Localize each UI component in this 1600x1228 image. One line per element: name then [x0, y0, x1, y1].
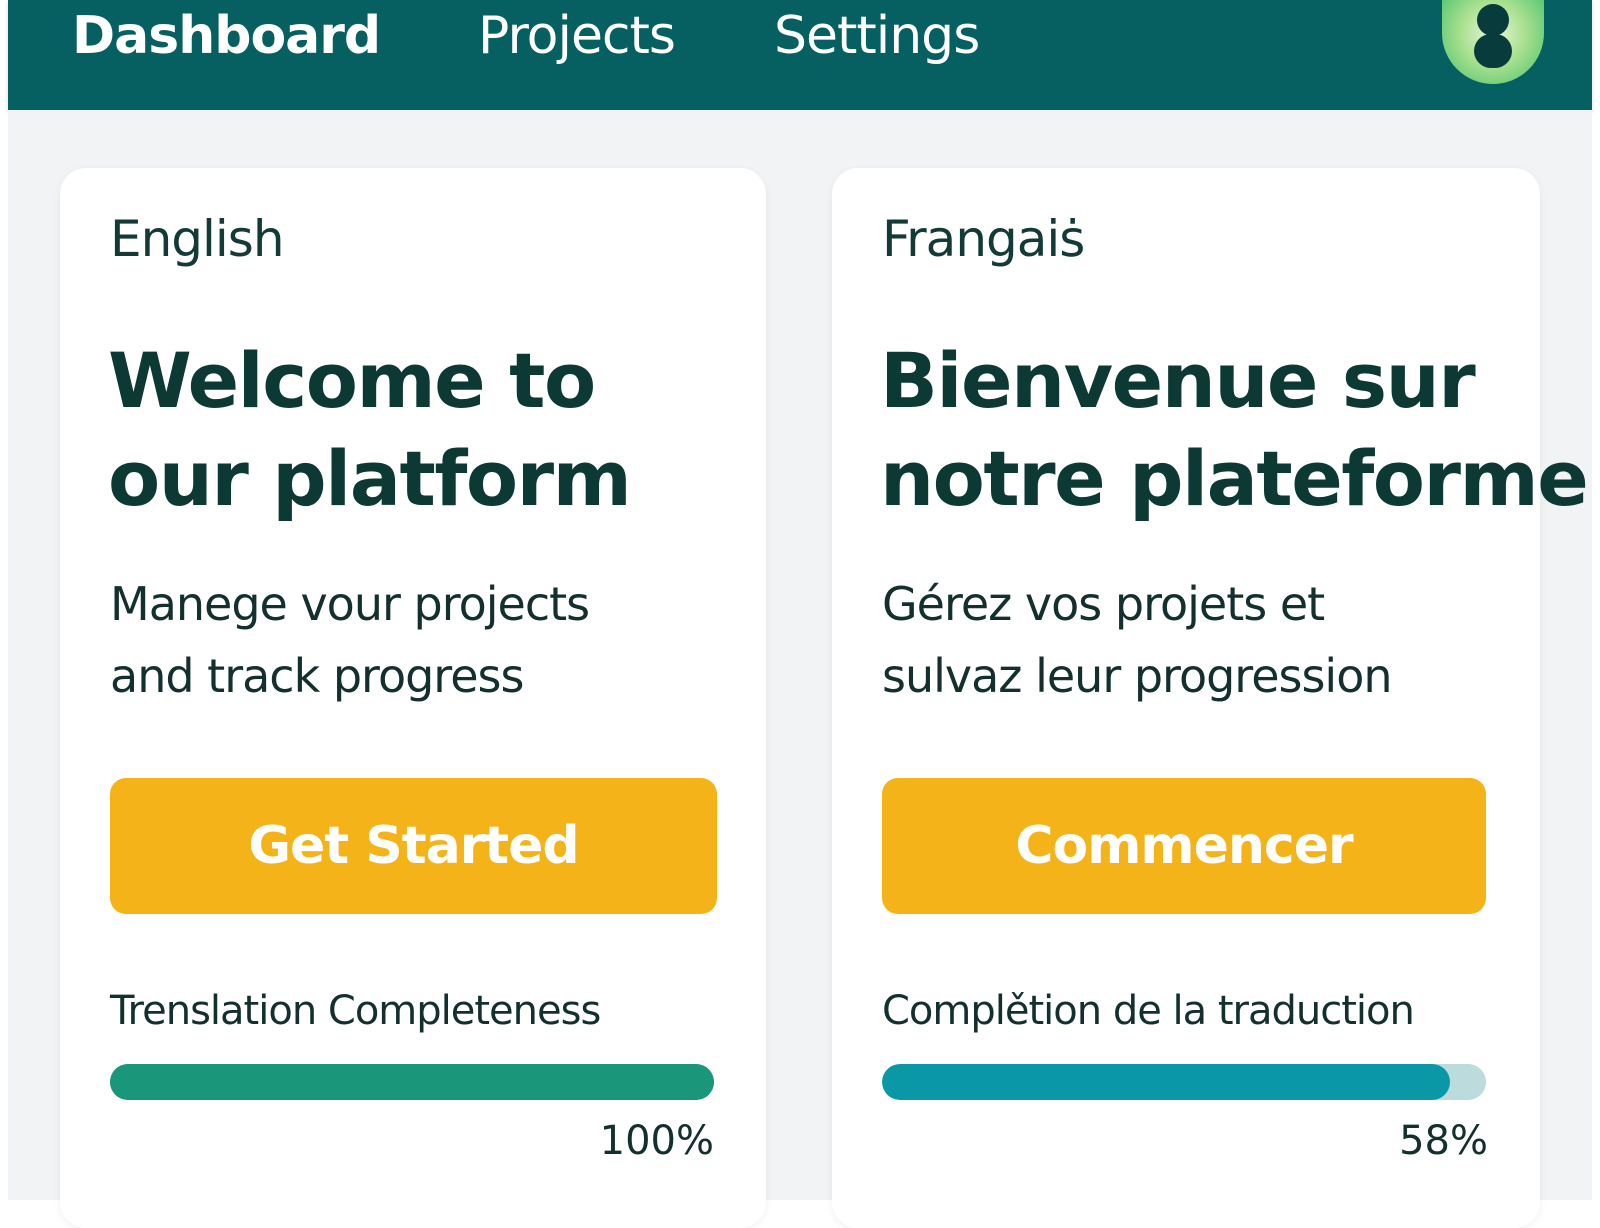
- top-navigation-bar: Dashboard Projects Settings: [8, 0, 1592, 110]
- card-title-line: Welcome to: [108, 336, 596, 425]
- card-language-label: Frangaiṡ: [882, 210, 1085, 268]
- card-subtitle-line: and track progress: [110, 649, 524, 703]
- avatar-shoulders-shape: [1474, 34, 1512, 68]
- english-language-card: English Welcome to our platform Manege v…: [60, 168, 766, 1228]
- translation-progress-fill: [882, 1064, 1450, 1100]
- card-subtitle-line: sulvaz leur progression: [882, 649, 1393, 703]
- get-started-button[interactable]: Get Started: [110, 778, 717, 914]
- card-subtitle: Manege vour projects and track progress: [110, 568, 730, 712]
- card-title-line: Bienvenue sur: [880, 336, 1476, 425]
- nav-item-dashboard[interactable]: Dashboard: [72, 4, 381, 68]
- card-title-line: notre plateforme: [880, 434, 1589, 523]
- french-language-card: Frangaiṡ Bienvenue sur notre plateforme …: [832, 168, 1589, 1228]
- commencer-button[interactable]: Commencer: [882, 778, 1486, 914]
- card-subtitle-line: Gérez vos projets et: [882, 577, 1325, 631]
- translation-progress-fill: [110, 1064, 714, 1100]
- card-language-label: English: [110, 210, 285, 268]
- nav-item-projects[interactable]: Projects: [478, 4, 676, 68]
- translation-progress-bar: [882, 1064, 1486, 1100]
- translation-progress-label: Trenslation Completeness: [110, 988, 601, 1034]
- card-subtitle: Gérez vos projets et sulvaz leur progres…: [882, 568, 1502, 712]
- card-title-line: our platform: [108, 434, 632, 523]
- user-avatar-icon[interactable]: [1442, 0, 1544, 84]
- card-title: Bienvenue sur notre plateforme: [880, 332, 1589, 528]
- nav-item-settings[interactable]: Settings: [774, 4, 980, 68]
- card-subtitle-line: Manege vour projects: [110, 577, 590, 631]
- card-title: Welcome to our platform: [108, 332, 748, 528]
- avatar-head-shape: [1477, 4, 1509, 36]
- translation-progress-percent: 58%: [1399, 1118, 1488, 1164]
- translation-progress-bar: [110, 1064, 714, 1100]
- translation-progress-label: Complětion de la traduction: [882, 988, 1415, 1034]
- translation-progress-percent: 100%: [599, 1118, 714, 1164]
